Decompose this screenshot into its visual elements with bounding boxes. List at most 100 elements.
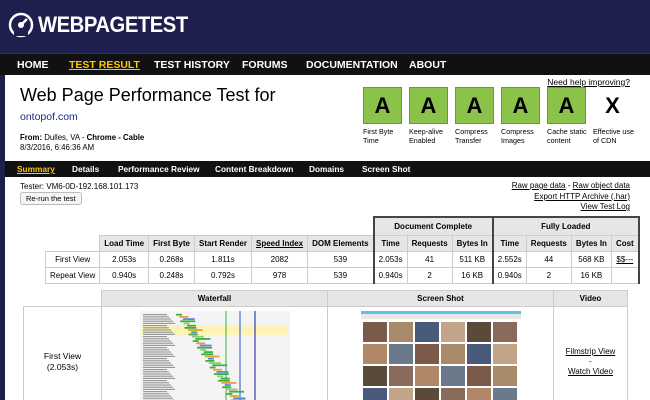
screenshot-tile <box>440 387 465 400</box>
help-link[interactable]: Need help improving? <box>547 77 630 87</box>
waterfall-row-label <box>142 333 175 335</box>
rerun-button[interactable]: Re-run the test <box>20 192 82 205</box>
table-cell: 0.940s <box>372 266 408 284</box>
raw-object-data-link[interactable]: Raw object data <box>573 181 630 190</box>
raw-page-data-link[interactable]: Raw page data <box>512 181 566 190</box>
grade-first-byte[interactable]: A First Byte Time <box>363 87 409 145</box>
watch-video-link[interactable]: Watch Video <box>568 367 613 376</box>
waterfall-bar <box>220 377 230 379</box>
screenshot-tile <box>414 343 439 364</box>
filmstrip-link[interactable]: Filmstrip View <box>566 347 616 356</box>
results-page: Need help improving? Web Page Performanc… <box>5 75 650 400</box>
tab-content-breakdown[interactable]: Content Breakdown <box>215 164 293 174</box>
waterfall-bar <box>178 315 188 318</box>
grade-badge[interactable]: A <box>409 87 448 124</box>
raw-links: Raw page data - Raw object data Export H… <box>512 181 630 213</box>
grade-compress-images[interactable]: A Compress Images <box>501 87 547 145</box>
grade-badge[interactable]: A <box>455 87 494 124</box>
waterfall-row-label <box>142 337 169 339</box>
media-table: Waterfall Screen Shot Video First View (… <box>23 290 628 400</box>
tested-url[interactable]: ontopof.com <box>20 111 78 123</box>
brand-name: WEBPAGETEST <box>38 12 188 37</box>
waterfall-row-label <box>142 381 169 383</box>
waterfall-bar <box>183 326 196 329</box>
grade-keep-alive[interactable]: A Keep-alive Enabled <box>409 87 455 145</box>
test-log-link[interactable]: View Test Log <box>580 202 630 211</box>
grade-label: Effective use of CDN <box>593 127 635 145</box>
nav-about[interactable]: ABOUT <box>409 59 446 71</box>
table-cell: 0.940s <box>99 266 150 284</box>
waterfall-thumbnail[interactable] <box>101 306 328 400</box>
waterfall-bar <box>215 370 228 373</box>
screenshot-tile <box>492 343 517 364</box>
col-header: Load Time <box>99 234 150 252</box>
waterfall-row-label <box>142 357 167 359</box>
nav-test-result[interactable]: TEST RESULT <box>69 59 140 71</box>
col-header: Cost <box>610 234 640 252</box>
results-table: Document Complete Fully Loaded Load Time… <box>44 216 640 284</box>
waterfall-bar <box>192 339 199 342</box>
table-cell: 539 <box>307 266 375 284</box>
first-view-time: (2.053s) <box>46 361 79 372</box>
grade-cache-static[interactable]: A Cache static content <box>547 87 593 145</box>
table-row: First View 2.053s 0.268s 1.811s 2082 539… <box>44 250 640 268</box>
waterfall-bar <box>194 337 210 340</box>
screenshot-tile <box>492 365 517 386</box>
col-header: Requests <box>525 234 572 252</box>
waterfall-bar <box>220 381 236 384</box>
row-label: Repeat View <box>44 266 101 284</box>
logo[interactable]: WEBPAGETEST <box>8 10 201 40</box>
speed-index-link[interactable]: Speed Index <box>250 234 309 252</box>
tab-details[interactable]: Details <box>72 164 99 174</box>
grade-badge[interactable]: A <box>501 87 540 124</box>
nav-test-history[interactable]: TEST HISTORY <box>154 59 230 71</box>
grade-label: First Byte Time <box>363 127 394 145</box>
table-cell: 16 KB <box>451 266 494 284</box>
tab-screen-shot[interactable]: Screen Shot <box>362 164 410 174</box>
tab-performance-review[interactable]: Performance Review <box>118 164 200 174</box>
waterfall-bar <box>199 348 206 351</box>
grade-compress-transfer[interactable]: A Compress Transfer <box>455 87 501 145</box>
grade-badge[interactable]: A <box>547 87 586 124</box>
waterfall-row-label <box>142 386 173 388</box>
screenshot-tile <box>362 343 387 364</box>
waterfall-header: Waterfall <box>101 290 328 307</box>
grade-badge[interactable]: X <box>593 87 632 124</box>
waterfall-bar <box>212 368 222 371</box>
screenshot-tile <box>492 321 517 342</box>
waterfall-row-label <box>142 313 167 315</box>
col-header: First Byte <box>148 234 195 252</box>
tab-domains[interactable]: Domains <box>309 164 344 174</box>
waterfall-bar <box>188 333 198 335</box>
screenshot-tile <box>414 321 439 342</box>
nav-documentation[interactable]: DOCUMENTATION <box>306 59 398 71</box>
waterfall-row-label <box>142 320 173 322</box>
tab-summary[interactable]: Summary <box>17 164 55 174</box>
waterfall-row-label <box>142 328 171 331</box>
waterfall-bar <box>187 328 203 331</box>
grade-badge[interactable]: A <box>363 87 402 124</box>
waterfall-chart[interactable] <box>139 310 290 400</box>
waterfall-row-label <box>142 348 169 350</box>
table-cell: 0.268s <box>148 250 195 268</box>
link-separator: - <box>589 356 592 366</box>
screenshot-tile <box>440 343 465 364</box>
screenshot-tile <box>440 321 465 342</box>
screenshot-tile <box>440 365 465 386</box>
table-cell: 2 <box>525 266 572 284</box>
waterfall-row-label <box>142 392 169 394</box>
grade-cdn[interactable]: X Effective use of CDN <box>593 87 639 146</box>
screenshot-tile <box>466 321 491 342</box>
page-screenshot[interactable] <box>360 310 521 400</box>
nav-home[interactable]: HOME <box>17 59 49 71</box>
waterfall-bar <box>195 341 205 344</box>
page-title: Web Page Performance Test for <box>20 85 276 105</box>
cost-link[interactable]: $$--- <box>610 250 640 268</box>
screenshot-thumbnail[interactable] <box>327 306 554 400</box>
nav-forums[interactable]: FORUMS <box>242 59 288 71</box>
waterfall-row-label <box>142 346 167 348</box>
waterfall-bar <box>199 344 212 346</box>
table-cell: 2.053s <box>99 250 150 268</box>
export-har-link[interactable]: Export HTTP Archive (.har) <box>534 192 630 201</box>
table-cell: 0.940s <box>491 266 527 284</box>
